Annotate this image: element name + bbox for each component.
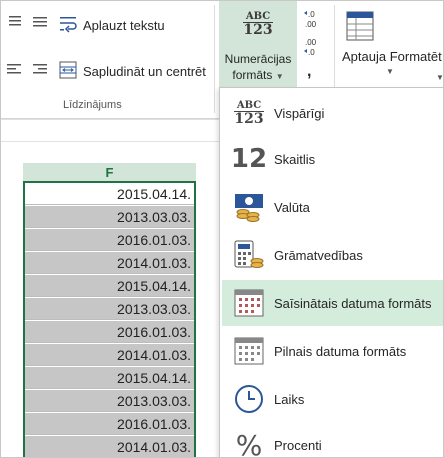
accounting-calculator-icon xyxy=(232,238,266,272)
align-right-indent-icon[interactable] xyxy=(7,15,21,27)
svg-text:.00: .00 xyxy=(305,38,317,47)
window-frame: Aplauzt tekstu Sapludināt un centrēt Līd… xyxy=(0,0,444,458)
menu-item-label: Laiks xyxy=(274,391,305,407)
decrease-decimal-icon[interactable]: .00.0 xyxy=(303,37,321,57)
table-cell[interactable]: 2015.04.14. xyxy=(25,183,194,205)
menu-item-short-date[interactable]: Saīsinātais datuma formāts xyxy=(222,280,443,326)
merge-center-button[interactable]: Sapludināt un centrēt xyxy=(59,61,206,82)
svg-text:.0: .0 xyxy=(308,48,315,57)
grid-line xyxy=(1,141,221,142)
align-right-icon[interactable] xyxy=(33,63,47,75)
format-as-table-icon[interactable] xyxy=(346,11,374,44)
menu-item-long-date[interactable]: Pilnais datuma formāts xyxy=(222,328,443,374)
menu-item-currency[interactable]: Valūta xyxy=(222,184,443,230)
wrap-text-label: Aplauzt tekstu xyxy=(83,18,165,33)
svg-text:.0: .0 xyxy=(308,10,315,19)
selected-column-range[interactable]: 2015.04.14. 2013.03.03. 2016.01.03. 2014… xyxy=(23,183,196,457)
table-cell[interactable]: 2014.01.03. xyxy=(25,344,194,366)
menu-item-label: Grāmatvedības xyxy=(274,247,363,263)
menu-item-label: Skaitlis xyxy=(274,151,316,167)
number-format-button[interactable]: ABC 123 Numerācijas formāts ▼ xyxy=(219,1,297,87)
number-12-icon: 12 xyxy=(230,144,268,174)
menu-item-time[interactable]: Laiks xyxy=(222,376,443,422)
number-format-icon: ABC 123 xyxy=(243,11,273,38)
long-date-calendar-icon xyxy=(232,334,266,368)
menu-item-percent[interactable]: % Procenti xyxy=(222,422,443,458)
menu-item-general[interactable]: ABC 123 Vispārīgi xyxy=(222,90,443,136)
wrap-text-icon xyxy=(59,15,77,36)
format-as-table-label[interactable]: Aptauja Formatēt xyxy=(342,49,442,64)
table-cell[interactable]: 2013.03.03. xyxy=(25,298,194,320)
number-format-label: Numerācijas formāts ▼ xyxy=(224,52,292,82)
table-cell[interactable]: 2013.03.03. xyxy=(25,390,194,412)
grid-line xyxy=(1,119,221,120)
general-abc123-icon: ABC 123 xyxy=(234,100,264,127)
chevron-down-icon: ▼ xyxy=(436,73,444,82)
menu-item-label: Vispārīgi xyxy=(274,105,325,121)
merge-center-label: Sapludināt un centrēt xyxy=(83,64,206,79)
alignment-group-label: Līdzinājums xyxy=(63,99,122,111)
menu-item-label: Valūta xyxy=(274,199,310,215)
ribbon-separator xyxy=(214,5,215,113)
menu-item-label: Pilnais datuma formāts xyxy=(274,343,407,359)
clock-icon xyxy=(232,382,266,416)
align-justify-icon[interactable] xyxy=(33,17,47,27)
menu-item-label: Procenti xyxy=(274,437,322,453)
menu-item-accounting[interactable]: Grāmatvedības xyxy=(222,232,443,278)
table-cell[interactable]: 2015.04.14. xyxy=(25,275,194,297)
menu-item-number[interactable]: 12 Skaitlis xyxy=(222,136,443,182)
table-cell[interactable]: 2016.01.03. xyxy=(25,413,194,435)
column-header-f[interactable]: F xyxy=(23,163,196,183)
menu-item-label: Saīsinātais datuma formāts xyxy=(274,295,432,311)
number-format-dropdown: ABC 123 Vispārīgi 12 Skaitlis Valūta Grā… xyxy=(219,87,443,458)
table-cell[interactable]: 2016.01.03. xyxy=(25,321,194,343)
table-cell[interactable]: 2014.01.03. xyxy=(25,252,194,274)
table-cell[interactable]: 2014.01.03. xyxy=(25,436,194,457)
table-cell[interactable]: 2015.04.14. xyxy=(25,367,194,389)
merge-center-icon xyxy=(59,61,77,82)
table-cell[interactable]: 2013.03.03. xyxy=(25,206,194,228)
svg-text:.00: .00 xyxy=(305,20,317,29)
percent-icon: % xyxy=(235,428,263,458)
wrap-text-button[interactable]: Aplauzt tekstu xyxy=(59,15,165,36)
increase-decimal-icon[interactable]: .0.00 xyxy=(303,9,321,29)
align-left-icon[interactable] xyxy=(7,63,21,75)
comma-style-button[interactable]: , xyxy=(307,63,311,81)
table-cell[interactable]: 2016.01.03. xyxy=(25,229,194,251)
currency-icon xyxy=(232,190,266,224)
short-date-calendar-icon xyxy=(232,286,266,320)
chevron-down-icon: ▼ xyxy=(386,67,394,76)
